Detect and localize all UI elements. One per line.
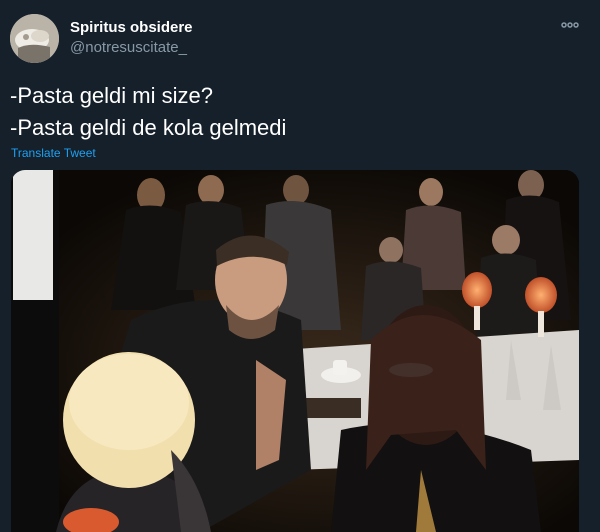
tweet-text: -Pasta geldi mi size? -Pasta geldi de ko… bbox=[10, 80, 286, 144]
tweet-photo[interactable] bbox=[11, 170, 579, 532]
event-photo-image bbox=[11, 170, 579, 532]
avatar-image-icon bbox=[10, 14, 59, 63]
translate-tweet-link[interactable]: Translate Tweet bbox=[11, 146, 96, 160]
display-name[interactable]: Spiritus obsidere bbox=[70, 19, 193, 36]
ellipsis-icon[interactable] bbox=[560, 18, 580, 32]
tweet-card: Spiritus obsidere @notresuscitate_ -Past… bbox=[0, 0, 600, 532]
tweet-text-line: -Pasta geldi de kola gelmedi bbox=[10, 115, 287, 140]
tweet-text-line: -Pasta geldi mi size? bbox=[10, 83, 213, 108]
avatar[interactable] bbox=[10, 14, 59, 63]
user-handle[interactable]: @notresuscitate_ bbox=[70, 39, 187, 56]
